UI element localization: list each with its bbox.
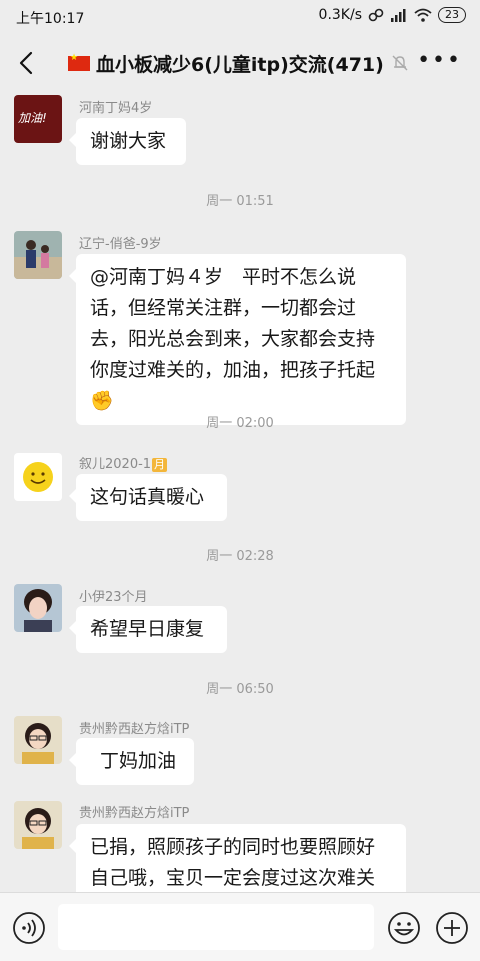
avatar-photo bbox=[14, 584, 62, 632]
avatar[interactable] bbox=[14, 584, 62, 632]
message-text: 丁妈加油 bbox=[100, 750, 177, 772]
message-text: @河南丁妈４岁 平时不怎么说话，但经常关注群，一切都会过去，阳光总会到来，大家都… bbox=[90, 266, 376, 381]
message-text: 谢谢大家 bbox=[90, 130, 167, 152]
avatar-text: 加油! bbox=[18, 111, 47, 125]
more-dots-icon[interactable]: ••• bbox=[417, 48, 462, 73]
avatar-photo bbox=[14, 801, 62, 849]
message-bubble[interactable]: @河南丁妈４岁 平时不怎么说话，但经常关注群，一切都会过去，阳光总会到来，大家都… bbox=[69, 254, 406, 425]
message-bubble[interactable]: 已捐，照顾孩子的同时也要照顾好自己哦，宝贝一定会度过这次难关 bbox=[69, 824, 406, 892]
avatar-photo bbox=[14, 231, 62, 279]
plus-icon[interactable] bbox=[434, 910, 470, 946]
avatar-photo bbox=[14, 716, 62, 764]
fist-emoji-icon: ✊ bbox=[90, 390, 114, 412]
status-bar: 上午10:17 0.3K/s 23 bbox=[0, 0, 480, 34]
sender-name: 贵州黔西赵方焓iTP bbox=[79, 722, 190, 737]
signal-icon bbox=[391, 9, 406, 22]
avatar[interactable]: 加油! bbox=[14, 95, 62, 143]
timestamp: 周一 02:28 bbox=[206, 549, 274, 564]
avatar[interactable] bbox=[14, 231, 62, 279]
sender-name-badge: 月 bbox=[152, 458, 168, 472]
timestamp: 周一 01:51 bbox=[206, 194, 274, 209]
sender-name: 小伊23个月 bbox=[79, 590, 148, 605]
voice-icon[interactable] bbox=[12, 911, 46, 945]
chat-title-wrap[interactable]: 血小板减少6(儿童itp)交流(471) bbox=[68, 50, 384, 77]
timestamp: 周一 02:00 bbox=[206, 416, 274, 431]
message-bubble[interactable]: 丁妈加油 bbox=[69, 738, 194, 785]
sender-name: 叙儿2020-1 月 bbox=[79, 453, 168, 472]
avatar[interactable] bbox=[14, 801, 62, 849]
input-bar bbox=[0, 892, 480, 961]
message-text: 已捐，照顾孩子的同时也要照顾好自己哦，宝贝一定会度过这次难关 bbox=[90, 836, 376, 889]
chat-header: 血小板减少6(儿童itp)交流(471) ••• bbox=[0, 34, 480, 92]
message-text: 这句话真暖心 bbox=[90, 486, 205, 508]
sender-name: 辽宁-俏爸-9岁 bbox=[79, 237, 162, 252]
smiley-avatar-icon bbox=[23, 462, 53, 492]
emoji-icon[interactable] bbox=[386, 910, 422, 946]
back-arrow-icon[interactable] bbox=[12, 48, 42, 78]
message-bubble[interactable]: 谢谢大家 bbox=[69, 118, 186, 165]
avatar[interactable] bbox=[14, 453, 62, 501]
message-text: 希望早日康复 bbox=[90, 618, 205, 640]
status-indicators: 0.3K/s 23 bbox=[319, 7, 466, 23]
sender-name-text: 叙儿2020-1 bbox=[79, 457, 152, 472]
wifi-icon bbox=[414, 8, 432, 22]
avatar[interactable] bbox=[14, 716, 62, 764]
message-bubble[interactable]: 希望早日康复 bbox=[69, 606, 227, 653]
china-flag-icon bbox=[68, 53, 90, 71]
timestamp: 周一 06:50 bbox=[206, 682, 274, 697]
sender-name: 河南丁妈4岁 bbox=[79, 101, 153, 116]
status-time: 上午10:17 bbox=[16, 11, 85, 27]
network-speed: 0.3K/s bbox=[318, 7, 362, 23]
link-icon bbox=[368, 8, 384, 22]
message-bubble[interactable]: 这句话真暖心 bbox=[69, 474, 227, 521]
chat-messages[interactable]: 加油! 河南丁妈4岁 谢谢大家 周一 01:51 辽宁-俏爸-9岁 @河南丁妈４… bbox=[0, 92, 480, 892]
mute-bell-icon bbox=[392, 55, 408, 71]
chat-title: 血小板减少6(儿童itp)交流(471) bbox=[96, 54, 384, 76]
battery-indicator: 23 bbox=[438, 7, 466, 23]
message-input[interactable] bbox=[58, 904, 374, 950]
sender-name: 贵州黔西赵方焓iTP bbox=[79, 806, 190, 821]
